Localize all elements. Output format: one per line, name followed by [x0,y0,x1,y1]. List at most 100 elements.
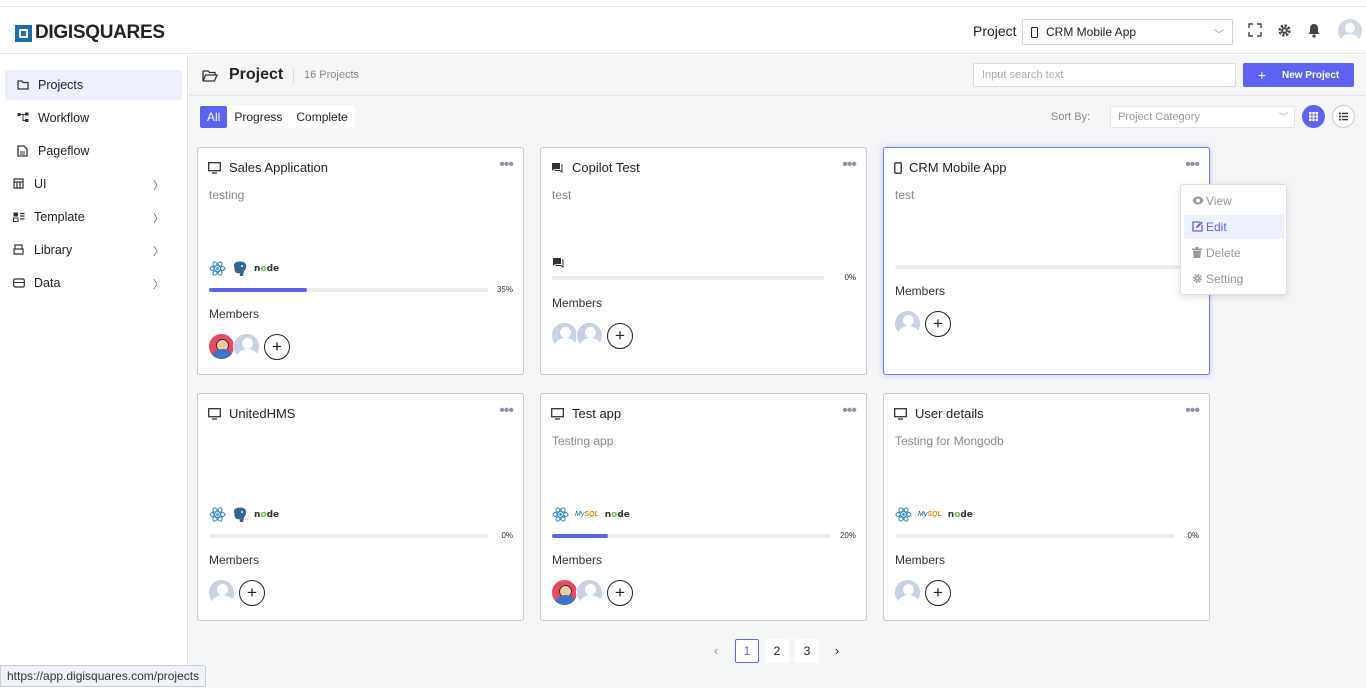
project-title: Sales Application [229,160,329,175]
gear-icon[interactable] [1276,23,1292,39]
member-avatar[interactable] [208,579,235,606]
top-bar: DIGISQUARES Project CRM Mobile App ﹀ [0,6,1366,54]
postgresql-icon [232,260,248,277]
search-input[interactable]: Input search text [973,63,1236,87]
chevron-right-icon: 〉 [153,246,164,258]
pageflow-icon [17,145,29,157]
project-card-copilot-test[interactable]: Copilot Test ••• test 0% Members + [540,147,867,375]
project-card-sales-application[interactable]: Sales Application ••• testing node 35% M… [197,147,524,375]
more-options-icon[interactable]: ••• [842,403,857,419]
add-member-button[interactable]: + [239,579,265,606]
member-avatar[interactable] [576,322,603,349]
progress-percent: 35% [496,285,513,294]
member-avatars: + [894,579,951,606]
monitor-icon [208,407,221,425]
page-3-button[interactable]: 3 [795,639,819,663]
new-project-label: New Project [1281,69,1340,81]
more-options-icon[interactable]: ••• [1185,157,1200,173]
sidebar-item-template[interactable]: Template 〉 [5,202,182,232]
progress-bar [552,276,824,280]
menu-item-view[interactable]: View [1184,189,1284,213]
member-avatar[interactable] [233,333,260,360]
more-options-icon[interactable]: ••• [499,157,514,173]
member-avatars: + [551,322,633,349]
filter-complete[interactable]: Complete [289,106,354,128]
filter-progress[interactable]: Progress [227,106,289,128]
member-avatar[interactable] [576,579,603,606]
sidebar-item-data[interactable]: Data 〉 [5,268,182,298]
members-label: Members [552,553,603,567]
next-page-button[interactable]: › [825,639,849,663]
user-avatar[interactable] [1338,19,1362,43]
template-icon [13,211,25,223]
member-avatar[interactable] [208,333,235,360]
members-label: Members [209,553,260,567]
tech-stack [552,256,564,274]
monitor-icon [208,161,221,179]
menu-item-setting[interactable]: Setting [1184,267,1284,291]
nodejs-icon: node [947,509,973,520]
main-content: Project 16 Projects Input search text + … [189,55,1366,688]
project-card-crm-mobile-app[interactable]: CRM Mobile App ••• test Members + [883,147,1210,375]
react-icon [552,506,569,523]
monitor-icon [551,407,564,425]
page-header: Project 16 Projects Input search text + … [189,55,1366,96]
member-avatar[interactable] [894,310,921,337]
status-bar-url: https://app.digisquares.com/projects [0,665,207,687]
project-card-user-details[interactable]: User details ••• Testing for Mongodb MyS… [883,393,1210,621]
menu-item-edit[interactable]: Edit [1184,215,1284,239]
more-options-icon[interactable]: ••• [499,403,514,419]
plus-icon: + [1257,67,1266,83]
new-project-button[interactable]: + New Project [1243,63,1354,87]
mysql-icon: MySQL [918,511,942,518]
project-title: UnitedHMS [229,406,296,421]
chevron-right-icon: 〉 [153,180,164,192]
bell-icon[interactable] [1306,23,1322,39]
add-member-button[interactable]: + [925,579,951,606]
tech-stack: node [209,260,279,277]
data-icon [13,277,25,289]
logo[interactable]: DIGISQUARES [15,22,165,44]
menu-item-delete[interactable]: Delete [1184,241,1284,265]
chevron-right-icon: 〉 [153,279,164,291]
folder-icon [17,79,29,91]
list-view-button[interactable] [1332,105,1355,128]
project-select-label: Project [973,23,1017,39]
sidebar-item-ui[interactable]: UI 〉 [5,169,182,199]
page-2-button[interactable]: 2 [765,639,789,663]
page-1-button[interactable]: 1 [735,639,759,663]
project-select[interactable]: CRM Mobile App ﹀ [1022,19,1233,45]
project-card-unitedhms[interactable]: UnitedHMS ••• node 0% Members + [197,393,524,621]
add-member-button[interactable]: + [925,310,951,337]
member-avatar[interactable] [551,322,578,349]
member-avatar[interactable] [551,579,578,606]
project-card-test-app[interactable]: Test app ••• Testing app MySQL node 20% … [540,393,867,621]
member-avatar[interactable] [894,579,921,606]
sidebar-item-projects[interactable]: Projects [5,70,182,100]
sidebar-item-library[interactable]: Library 〉 [5,235,182,265]
filter-all[interactable]: All [200,106,228,128]
sidebar-item-pageflow[interactable]: Pageflow [5,136,182,166]
sidebar-item-label: Template [34,210,85,224]
sort-select[interactable]: Project Category ﹀ [1110,106,1295,128]
react-icon [209,506,226,523]
add-member-button[interactable]: + [264,333,290,360]
members-label: Members [895,553,946,567]
trash-icon [1192,247,1203,258]
sort-by-label: Sort By: [1051,111,1091,123]
more-options-icon[interactable]: ••• [1185,403,1200,419]
fullscreen-icon[interactable] [1247,23,1263,39]
sidebar-item-label: Workflow [38,111,90,125]
grid-view-button[interactable] [1302,105,1325,128]
folder-open-icon [202,69,218,82]
project-description: testing [209,188,245,202]
nodejs-icon: node [254,509,280,520]
workflow-icon [17,112,29,124]
nodejs-icon: node [254,263,280,274]
add-member-button[interactable]: + [607,579,633,606]
sidebar-item-workflow[interactable]: Workflow [5,103,182,133]
prev-page-button[interactable]: ‹ [704,639,728,663]
project-description: Testing for Mongodb [895,434,1004,448]
add-member-button[interactable]: + [607,322,633,349]
more-options-icon[interactable]: ••• [842,157,857,173]
